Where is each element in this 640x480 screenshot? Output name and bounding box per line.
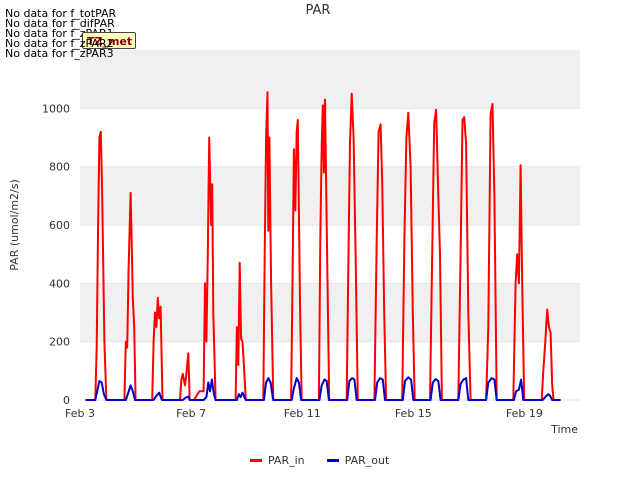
y-tick-label: 1000 — [42, 102, 70, 115]
legend-item-par-in: PAR_in — [250, 454, 305, 467]
plot-bands — [80, 50, 580, 342]
y-tick-label: 200 — [49, 336, 70, 349]
x-tick-label: Feb 3 — [65, 407, 95, 420]
y-tick-label: 400 — [49, 277, 70, 290]
x-axis-label: Time — [550, 423, 578, 436]
y-tick-label: 600 — [49, 219, 70, 232]
no-data-message: No data for f_zPAR3 — [5, 47, 114, 60]
plot-band — [80, 50, 580, 109]
plot-band — [80, 166, 580, 225]
legend-swatch-par-in — [250, 459, 262, 462]
x-tick-label: Feb 7 — [176, 407, 206, 420]
x-tick-label: Feb 15 — [395, 407, 432, 420]
legend-label-par-in: PAR_in — [268, 454, 305, 467]
legend: PAR_in PAR_out — [250, 454, 389, 467]
y-axis-ticks: 0 200 400 600 800 1000 — [42, 102, 70, 407]
chart-title: PAR — [306, 3, 331, 18]
y-axis-label: PAR (umol/m2/s) — [8, 179, 21, 271]
y-tick-label: 0 — [63, 394, 70, 407]
legend-swatch-par-out — [326, 459, 339, 462]
par-chart: 0 200 400 600 800 1000 Feb 3 Feb 7 Feb 11 Feb 15… — [8, 3, 580, 436]
y-tick-label: 800 — [49, 161, 70, 174]
x-tick-label: Feb 19 — [506, 407, 543, 420]
x-axis-ticks: Feb 3 Feb 7 Feb 11 Feb 15 Feb 19 — [65, 407, 543, 420]
legend-item-par-out: PAR_out — [326, 454, 390, 467]
legend-label-par-out: PAR_out — [344, 454, 390, 467]
x-tick-label: Feb 11 — [284, 407, 321, 420]
